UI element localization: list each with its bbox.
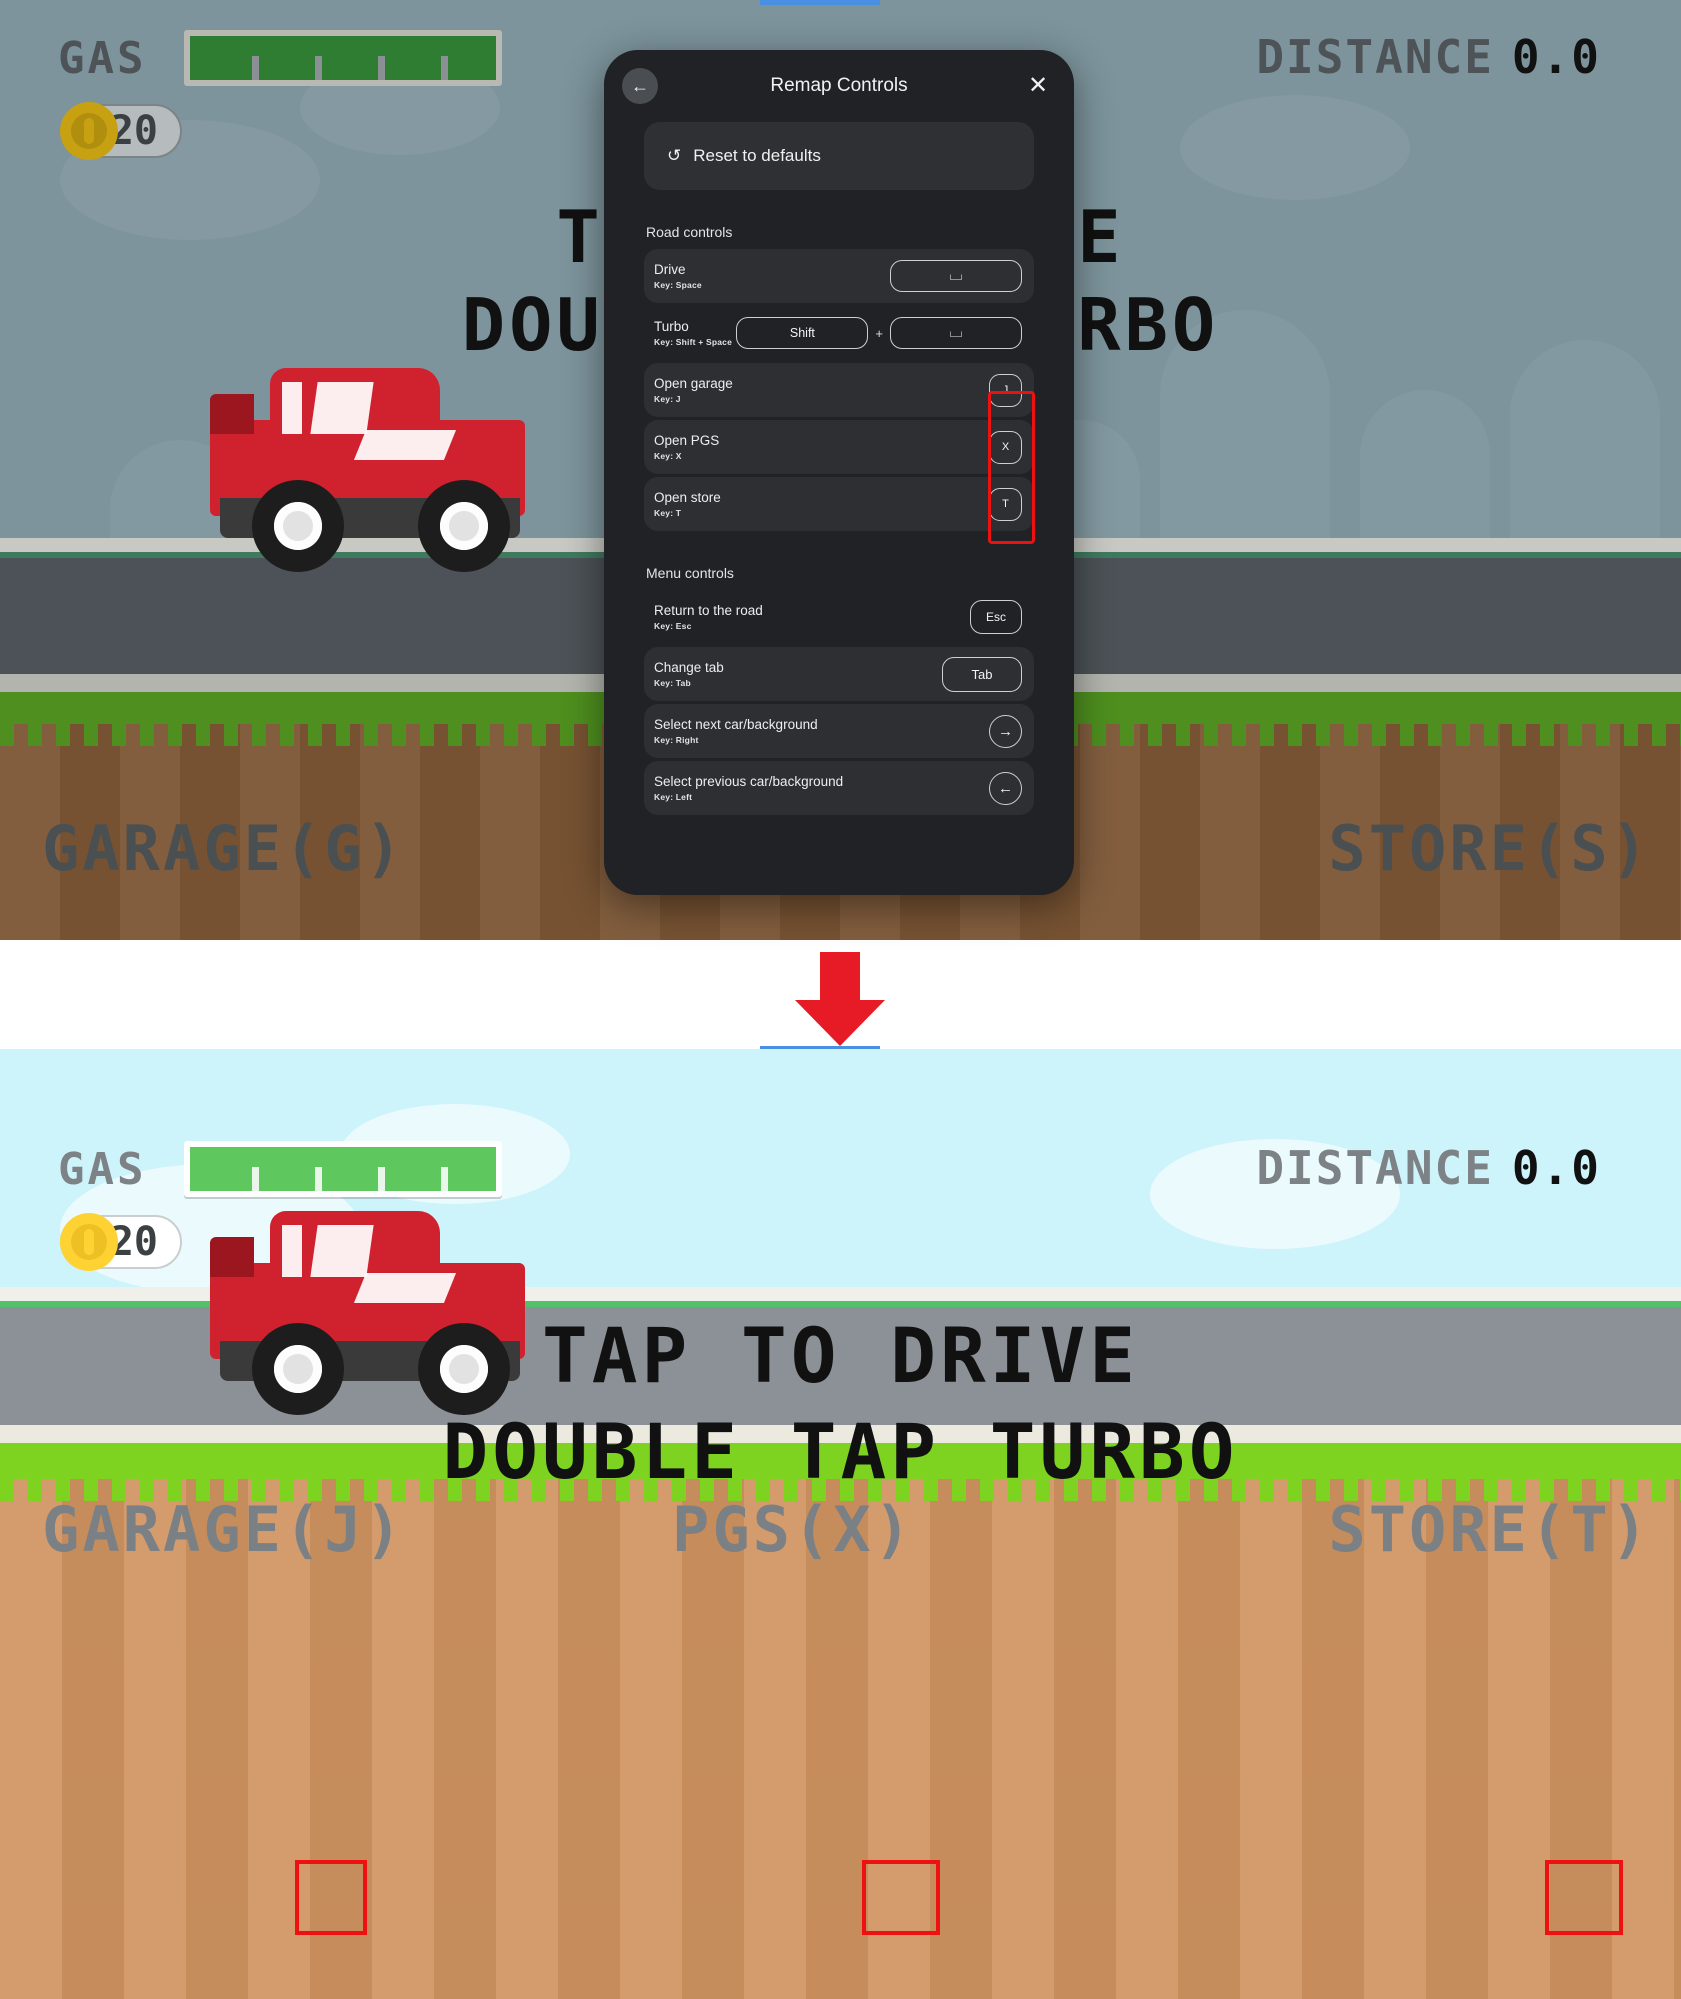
gas-meter-before: GAS [58,30,503,86]
keycap-space-turbo[interactable]: ⌴ [890,317,1022,349]
keycap-tab-change-tab[interactable]: Tab [942,656,1022,692]
remap-controls-dialog: ← Remap Controls ✕ ↺ Reset to defaults R… [604,50,1074,895]
gas-meter-after: GAS [58,1141,503,1197]
control-name-drive: Drive [654,261,686,277]
garage-nav-after[interactable]: GARAGE(J) [42,1493,405,1566]
keycap-esc-return-road[interactable]: Esc [970,600,1022,634]
control-name-prev-car: Select previous car/background [654,773,844,789]
store-nav-before[interactable]: STORE(S) [1328,812,1651,885]
back-arrow-icon[interactable]: ← [622,68,658,104]
control-key-prev-car: Key: Left [654,792,693,803]
control-name-open-garage: Open garage [654,375,733,391]
control-key-open-store: Key: T [654,508,682,519]
control-key-open-garage: Key: J [654,394,681,405]
distance-readout-before: DISTANCE 0.0 [1256,30,1601,84]
control-key-turbo: Key: Shift + Space [654,337,732,348]
screenshot-root: GAS 20 DISTANCE0.0 TAP TO DRIVE DOUBLE T… [0,0,1681,1999]
highlight-garage-key [295,1860,367,1935]
double-tap-turbo-text-after: DOUBLE TAP TURBO [442,1407,1239,1496]
control-row-drive[interactable]: Drive Key: Space ⌴ [644,249,1034,303]
pgs-nav-after[interactable]: PGS(X) [672,1493,914,1566]
keycap-t-open-store[interactable]: T [989,487,1022,521]
section-title-road: Road controls [646,224,733,240]
reset-icon: ↺ [667,146,682,165]
coin-counter-after: 20 [60,1213,182,1271]
arrow-left-icon[interactable]: ← [989,771,1022,805]
control-row-return-road[interactable]: Return to the road Key: Esc Esc [644,590,1034,644]
control-row-prev-car[interactable]: Select previous car/background Key: Left… [644,761,1034,815]
gas-label-after: GAS [58,1143,147,1195]
control-key-change-tab: Key: Tab [654,678,691,689]
gas-bar-after [184,1141,503,1197]
highlight-store-key [1545,1860,1623,1935]
keycap-space-drive[interactable]: ⌴ [890,260,1022,292]
distance-value-after: 0.0 [1511,1141,1601,1195]
gas-label: GAS [58,32,147,84]
control-name-next-car: Select next car/background [654,716,818,732]
car-wheel-front [418,480,510,572]
highlight-pgs-key [862,1860,940,1935]
control-key-return-road: Key: Esc [654,621,692,632]
control-row-open-garage[interactable]: Open garage Key: J J [644,363,1034,417]
player-car-before [210,368,530,572]
store-nav-after[interactable]: STORE(T) [1328,1493,1651,1566]
control-row-turbo[interactable]: Turbo Key: Shift + Space Shift + ⌴ [644,306,1034,360]
coin-icon [60,102,118,160]
keycap-x-open-pgs[interactable]: X [989,430,1022,464]
reset-to-defaults-button[interactable]: ↺ Reset to defaults [644,122,1034,190]
control-name-open-store: Open store [654,489,721,505]
distance-label-after: DISTANCE [1256,1141,1494,1195]
distance-label: DISTANCE [1256,30,1494,84]
garage-nav-before[interactable]: GARAGE(G) [42,812,405,885]
gas-bar [184,30,503,86]
control-name-change-tab: Change tab [654,659,724,675]
control-key-next-car: Key: Right [654,735,699,746]
keycap-shift-turbo[interactable]: Shift [736,317,869,349]
dialog-header: ← Remap Controls ✕ [604,50,1074,122]
plus-separator-icon: + [875,325,883,341]
dialog-title: Remap Controls [770,75,908,96]
control-row-open-pgs[interactable]: Open PGS Key: X X [644,420,1034,474]
reset-label: Reset to defaults [693,146,821,165]
control-key-drive: Key: Space [654,280,702,291]
car-wheel-rear [252,480,344,572]
keycap-j-open-garage[interactable]: J [989,373,1022,407]
coin-icon-after [60,1213,118,1271]
control-name-return-road: Return to the road [654,602,763,618]
control-row-next-car[interactable]: Select next car/background Key: Right → [644,704,1034,758]
transition-arrow-icon [795,952,885,1046]
coin-counter-before: 20 [60,102,182,160]
section-title-menu: Menu controls [646,565,734,581]
car-wheel-rear-after [252,1323,344,1415]
control-name-open-pgs: Open PGS [654,432,720,448]
arrow-right-icon[interactable]: → [989,714,1022,748]
control-name-turbo: Turbo [654,318,689,334]
player-car-after [210,1211,530,1415]
control-row-change-tab[interactable]: Change tab Key: Tab Tab [644,647,1034,701]
car-wheel-front-after [418,1323,510,1415]
close-icon[interactable]: ✕ [1020,68,1056,104]
distance-readout-after: DISTANCE 0.0 [1256,1141,1601,1195]
game-scene-after: GAS 20 DISTANCE 0.0 TAP TO DRIVE DOUBLE T… [0,1049,1681,1999]
dialog-body: ↺ Reset to defaults Road controls Drive … [604,122,1074,895]
distance-value: 0.0 [1511,30,1601,84]
control-key-open-pgs: Key: X [654,451,682,462]
control-row-open-store[interactable]: Open store Key: T T [644,477,1034,531]
